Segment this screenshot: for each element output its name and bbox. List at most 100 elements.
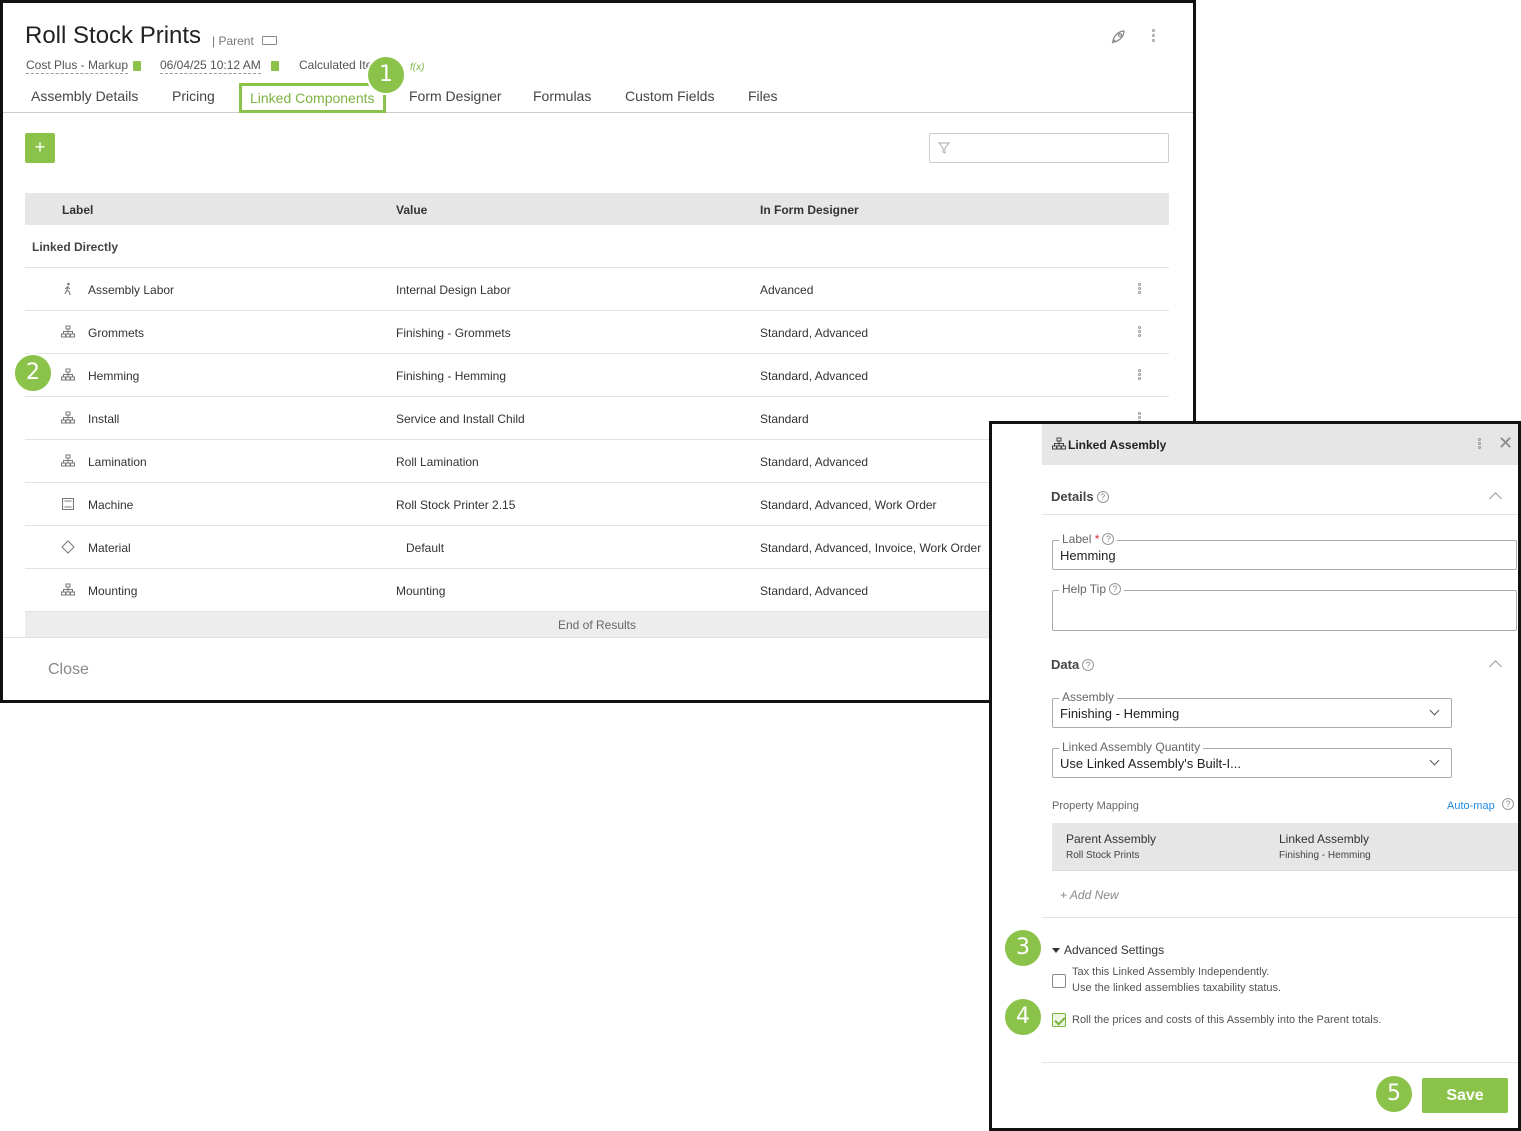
- tab-bar: Assembly Details Pricing Linked Componen…: [3, 81, 1193, 113]
- row-value: Finishing - Grommets: [396, 326, 511, 340]
- parent-assembly-header: Parent Assembly: [1066, 832, 1157, 846]
- quantity-value: Use Linked Assembly's Built-I...: [1060, 756, 1241, 771]
- group-row: Linked Directly: [25, 225, 1169, 268]
- data-title-text: Data: [1051, 657, 1080, 672]
- callout-marker-2: 2: [13, 353, 53, 393]
- tab-form-designer[interactable]: Form Designer: [409, 88, 502, 104]
- tab-linked-components[interactable]: Linked Components: [239, 83, 386, 113]
- help-icon[interactable]: ?: [1109, 583, 1122, 595]
- advanced-settings-toggle[interactable]: Advanced Settings: [1064, 943, 1164, 957]
- calculator-icon: [133, 61, 141, 71]
- tab-assembly-details[interactable]: Assembly Details: [31, 88, 138, 104]
- column-header-label[interactable]: Label: [62, 203, 93, 217]
- tab-custom-fields[interactable]: Custom Fields: [625, 88, 714, 104]
- help-tip-legend-text: Help Tip: [1062, 582, 1107, 596]
- tab-files[interactable]: Files: [748, 88, 778, 104]
- add-new-mapping-button[interactable]: + Add New: [1060, 888, 1119, 902]
- help-icon[interactable]: ?: [1502, 798, 1514, 810]
- hierarchy-icon: [61, 325, 75, 338]
- hierarchy-icon: [61, 583, 75, 596]
- row-form-designer: Standard, Advanced: [760, 369, 869, 383]
- property-mapping-row[interactable]: Parent Assembly Roll Stock Prints Linked…: [1052, 823, 1518, 871]
- help-tip-legend: Help Tip?: [1059, 582, 1125, 596]
- details-title-text: Details: [1051, 489, 1094, 504]
- row-form-designer: Standard, Advanced: [760, 584, 869, 598]
- divider: [1042, 1062, 1518, 1063]
- label-value: Hemming: [1060, 548, 1116, 563]
- page-title: Roll Stock Prints: [25, 22, 202, 49]
- tab-pricing[interactable]: Pricing: [172, 88, 215, 104]
- row-menu-icon[interactable]: [1138, 283, 1141, 295]
- help-icon[interactable]: ?: [1102, 533, 1115, 545]
- linked-assembly-value: Finishing - Hemming: [1279, 850, 1371, 861]
- label-field[interactable]: Label *? Hemming: [1052, 532, 1517, 570]
- close-button[interactable]: Close: [48, 661, 89, 679]
- callout-marker-4: 4: [1003, 997, 1043, 1037]
- assembly-select[interactable]: Assembly Finishing - Hemming: [1052, 690, 1452, 728]
- table-row[interactable]: Assembly Labor Internal Design Labor Adv…: [25, 268, 1169, 311]
- divider: [1042, 514, 1518, 515]
- row-label: Assembly Labor: [88, 283, 175, 297]
- table-row[interactable]: Grommets Finishing - Grommets Standard, …: [25, 311, 1169, 354]
- person-walking-icon: [64, 282, 71, 296]
- row-label: Material: [88, 541, 131, 555]
- callout-marker-5: 5: [1374, 1074, 1414, 1114]
- tax-independently-checkbox[interactable]: [1052, 974, 1066, 988]
- divider: [1042, 917, 1518, 918]
- tax-line-2: Use the linked assemblies taxability sta…: [1072, 982, 1282, 994]
- parent-tag: | Parent: [212, 34, 254, 48]
- property-mapping-label: Property Mapping: [1052, 800, 1139, 812]
- row-form-designer: Advanced: [760, 283, 814, 297]
- filter-input[interactable]: [929, 133, 1169, 163]
- column-header-form-designer[interactable]: In Form Designer: [760, 203, 859, 217]
- chevron-up-icon[interactable]: [1489, 660, 1502, 673]
- save-button[interactable]: Save: [1422, 1078, 1508, 1113]
- required-marker: *: [1094, 532, 1100, 546]
- details-section-title[interactable]: Details?: [1051, 489, 1109, 504]
- quantity-legend: Linked Assembly Quantity: [1059, 740, 1204, 754]
- table-row[interactable]: Hemming Finishing - Hemming Standard, Ad…: [25, 354, 1169, 397]
- calculated-items: Calculated Ite: [299, 58, 373, 72]
- panel-title: Linked Assembly: [1068, 438, 1167, 452]
- rocket-icon[interactable]: [1109, 28, 1127, 46]
- quantity-select[interactable]: Linked Assembly Quantity Use Linked Asse…: [1052, 740, 1452, 778]
- tax-line-1: Tax this Linked Assembly Independently.: [1072, 966, 1270, 978]
- row-form-designer: Standard, Advanced, Work Order: [760, 498, 937, 512]
- help-icon[interactable]: ?: [1096, 491, 1109, 503]
- row-value: Roll Lamination: [396, 455, 479, 469]
- row-value: Mounting: [396, 584, 446, 598]
- chevron-up-icon[interactable]: [1489, 492, 1502, 505]
- timestamp[interactable]: 06/04/25 10:12 AM: [160, 58, 261, 74]
- more-options-icon[interactable]: [1152, 29, 1156, 44]
- add-component-button[interactable]: +: [25, 133, 55, 163]
- chevron-down-icon: [1429, 755, 1440, 766]
- parent-assembly-value: Roll Stock Prints: [1066, 850, 1140, 861]
- row-value: Finishing - Hemming: [396, 369, 507, 383]
- auto-map-link[interactable]: Auto-map: [1447, 800, 1495, 812]
- row-label: Lamination: [88, 455, 147, 469]
- hierarchy-icon: [1052, 437, 1066, 450]
- hierarchy-icon: [61, 454, 75, 467]
- panel-menu-icon[interactable]: [1478, 438, 1481, 450]
- column-header-value[interactable]: Value: [396, 203, 427, 217]
- row-menu-icon[interactable]: [1138, 369, 1141, 381]
- close-icon[interactable]: ✕: [1498, 433, 1513, 454]
- hierarchy-icon: [61, 411, 75, 424]
- row-value: Default: [406, 541, 445, 555]
- tab-formulas[interactable]: Formulas: [533, 88, 591, 104]
- row-value: Roll Stock Printer 2.15: [396, 498, 516, 512]
- row-value: Service and Install Child: [396, 412, 525, 426]
- parent-box-icon: [262, 36, 277, 45]
- machine-icon: [62, 498, 74, 510]
- formula-icon[interactable]: f(x): [410, 62, 424, 73]
- help-tip-field[interactable]: Help Tip?: [1052, 582, 1517, 631]
- row-menu-icon[interactable]: [1138, 326, 1141, 338]
- hierarchy-icon: [61, 368, 75, 381]
- pricing-method[interactable]: Cost Plus - Markup: [26, 58, 129, 74]
- help-icon[interactable]: ?: [1082, 659, 1095, 671]
- data-section-title[interactable]: Data?: [1051, 657, 1095, 672]
- roll-prices-checkbox[interactable]: [1052, 1013, 1066, 1027]
- row-form-designer: Standard: [760, 412, 809, 426]
- caret-down-icon[interactable]: [1052, 948, 1060, 953]
- roll-prices-text: Roll the prices and costs of this Assemb…: [1072, 1014, 1382, 1026]
